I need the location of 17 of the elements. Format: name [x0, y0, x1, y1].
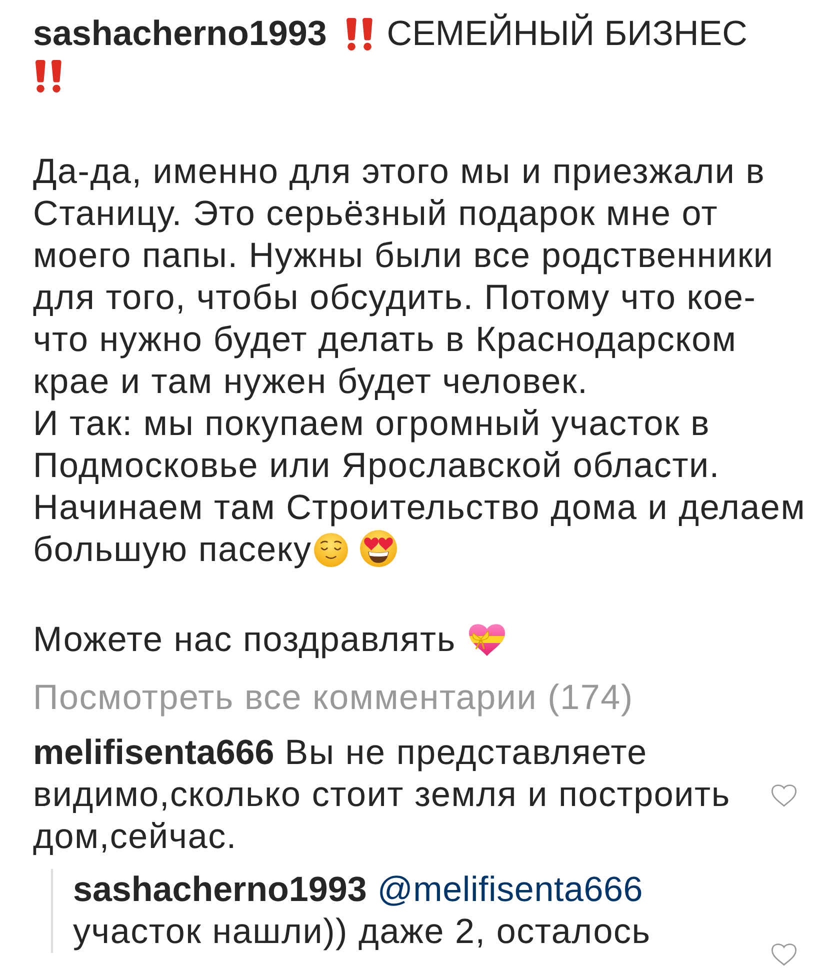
caption-title: СЕМЕЙНЫЙ БИЗНЕС: [386, 13, 748, 55]
double-exclamation-icon: [344, 17, 375, 51]
mention-link[interactable]: @melifisenta666: [377, 870, 644, 909]
username-link[interactable]: melifisenta666: [33, 733, 274, 772]
username-link[interactable]: sashacherno1993: [73, 870, 367, 909]
heart-icon[interactable]: [771, 942, 797, 966]
gift-heart-icon: [468, 621, 506, 657]
comment-text: sashacherno1993 @melifisenta666 участок нашли)) даже 2, осталось: [73, 869, 652, 953]
caption-text: Да-да, именно для этого мы и приезжали в Станицу. Это серьёзный подарок мне от моего папы. Нужны были все родственники для того, чтобы обсудить. Потому что кое-что нужно будет делать в Краснодарском крае и там нужен будет человек.: [33, 151, 775, 403]
caption-text: Можете нас поздравлять: [33, 619, 809, 661]
caption-text: И так: мы покупаем огромный участок в Подмосковье или Ярославской области. Начинаем там Строительство дома и делаем большую пасеку: [33, 403, 807, 571]
relieved-face-icon: [314, 533, 348, 567]
heart-eyes-face-icon: [360, 530, 397, 567]
username-link[interactable]: sashacherno1993: [33, 13, 327, 55]
heart-icon[interactable]: [771, 783, 797, 807]
comment-text: melifisenta666 Вы не представляете видимо,сколько стоит земля и построить дом,сейчас.: [33, 732, 732, 858]
double-exclamation-icon: [33, 59, 64, 93]
